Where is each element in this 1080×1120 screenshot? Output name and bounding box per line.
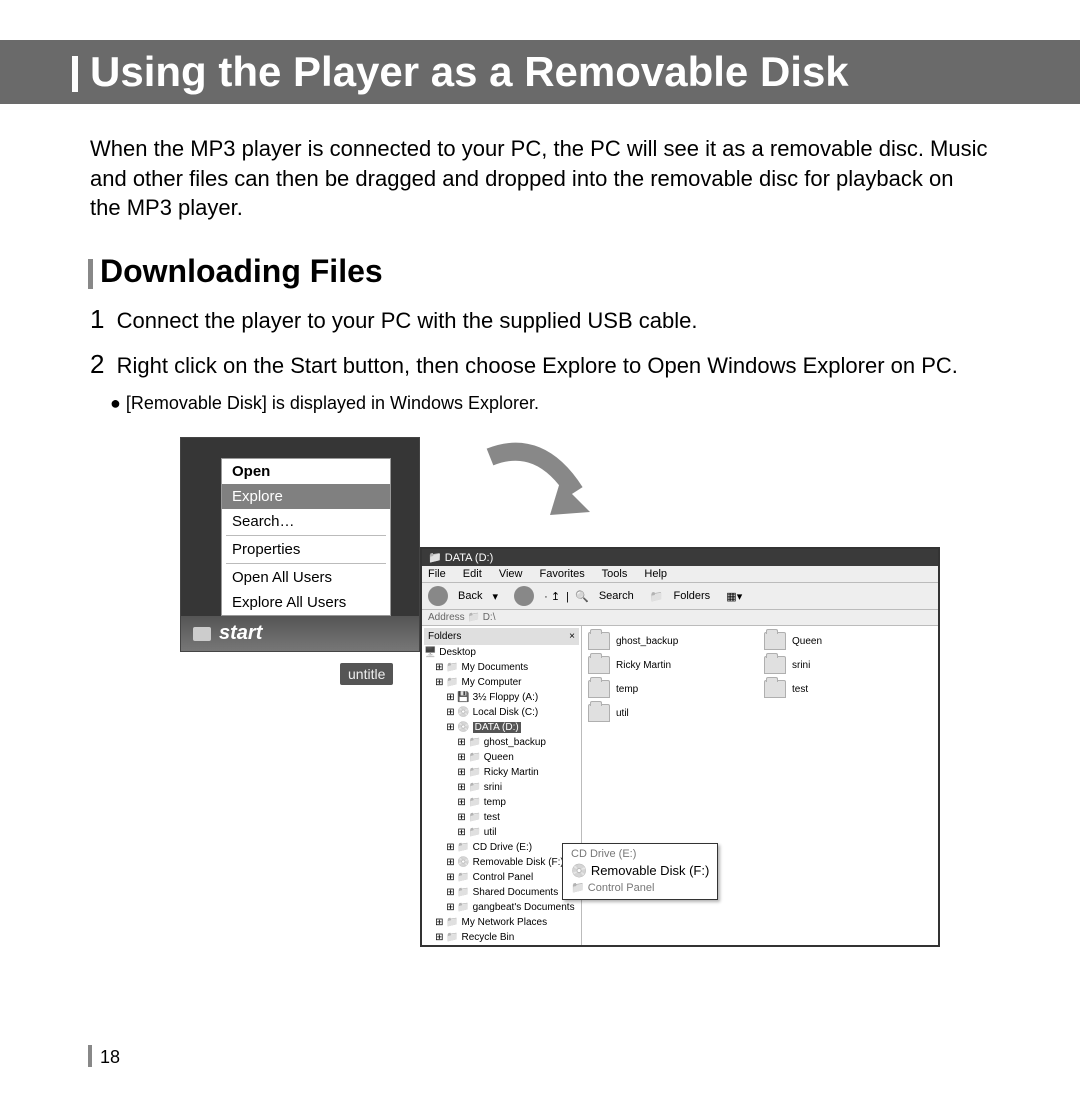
context-menu: Open Explore Search… Properties Open All… <box>221 458 391 616</box>
screenshot-figure: Open Explore Search… Properties Open All… <box>180 437 960 947</box>
folder-tree[interactable]: Folders× 🖥️ Desktop ⊞ 📁 My Documents ⊞ 📁… <box>422 626 582 945</box>
forward-button-icon[interactable] <box>514 586 534 606</box>
folder-icon <box>588 632 610 650</box>
page-title: Using the Player as a Removable Disk <box>0 40 1080 104</box>
tree-node[interactable]: ⊞ 📁 Control Panel <box>424 870 579 885</box>
tree-node[interactable]: ⊞ 📁 srini <box>424 780 579 795</box>
start-label: start <box>219 622 262 645</box>
step-number: 1 <box>90 304 104 334</box>
taskbar-item[interactable]: untitle <box>340 663 393 685</box>
tree-node[interactable]: ⊞ 📁 Recycle Bin <box>424 930 579 945</box>
intro-paragraph: When the MP3 player is connected to your… <box>0 104 1080 233</box>
tree-node[interactable]: ⊞ 📁 temp <box>424 795 579 810</box>
folder-icon <box>764 680 786 698</box>
menu-bar: File Edit View Favorites Tools Help <box>422 566 938 583</box>
tree-node[interactable]: ⊞ 📀 Removable Disk (F:) <box>424 855 579 870</box>
start-menu-screenshot: Open Explore Search… Properties Open All… <box>180 437 420 652</box>
folder-item[interactable]: Ricky Martin <box>588 656 756 674</box>
menu-tools[interactable]: Tools <box>602 568 628 580</box>
folder-item[interactable]: Queen <box>764 632 932 650</box>
page-number: 18 <box>88 1045 120 1068</box>
tree-node[interactable]: ⊞ 📁 My Network Places <box>424 915 579 930</box>
tree-node[interactable]: ⊞ 📁 CD Drive (E:) <box>424 840 579 855</box>
step-bullet: [Removable Disk] is displayed in Windows… <box>110 390 990 417</box>
folder-icon <box>588 704 610 722</box>
step-text: Right click on the Start button, then ch… <box>117 353 958 378</box>
folder-icon <box>588 680 610 698</box>
folder-icon <box>764 656 786 674</box>
menu-item-explore[interactable]: Explore <box>222 484 390 509</box>
folder-item[interactable]: util <box>588 704 756 722</box>
explorer-window: 📁 DATA (D:) File Edit View Favorites Too… <box>420 547 940 947</box>
removable-disk-callout: CD Drive (E:) 📀 Removable Disk (F:) 📁 Co… <box>562 843 718 900</box>
folder-item[interactable]: temp <box>588 680 756 698</box>
folder-item[interactable]: srini <box>764 656 932 674</box>
step-text: Connect the player to your PC with the s… <box>117 308 698 333</box>
steps-list: 1 Connect the player to your PC with the… <box>0 300 1080 417</box>
close-icon[interactable]: × <box>569 629 575 644</box>
tree-node[interactable]: ⊞ 📁 Shared Documents <box>424 885 579 900</box>
folder-item[interactable]: ghost_backup <box>588 632 756 650</box>
tree-node[interactable]: ⊞ 📁 My Documents <box>424 660 579 675</box>
menu-favorites[interactable]: Favorites <box>540 568 585 580</box>
start-button[interactable]: start <box>181 616 419 651</box>
menu-item-search[interactable]: Search… <box>222 509 390 534</box>
folders-label[interactable]: Folders <box>674 590 711 602</box>
menu-item-open-all-users[interactable]: Open All Users <box>222 565 390 590</box>
menu-file[interactable]: File <box>428 568 446 580</box>
address-bar[interactable]: Address 📁 D:\ <box>422 610 938 626</box>
tree-node[interactable]: ⊞ 📁 Queen <box>424 750 579 765</box>
tree-node[interactable]: ⊞ 📁 test <box>424 810 579 825</box>
tree-node[interactable]: 🖥️ Desktop <box>424 645 579 660</box>
section-heading: Downloading Files <box>0 233 1080 300</box>
tree-node[interactable]: ⊞ 📀 DATA (D:) <box>424 720 579 735</box>
menu-help[interactable]: Help <box>644 568 667 580</box>
folder-icon <box>764 632 786 650</box>
menu-item-properties[interactable]: Properties <box>222 537 390 562</box>
tree-node[interactable]: ⊞ 💾 3½ Floppy (A:) <box>424 690 579 705</box>
arrow-icon <box>480 437 600 537</box>
window-titlebar: 📁 DATA (D:) <box>422 549 938 566</box>
menu-edit[interactable]: Edit <box>463 568 482 580</box>
back-label[interactable]: Back <box>458 590 482 602</box>
menu-item-open[interactable]: Open <box>222 459 390 484</box>
search-label[interactable]: Search <box>599 590 634 602</box>
tree-node[interactable]: ⊞ 📁 gangbeat's Documents <box>424 900 579 915</box>
back-button-icon[interactable] <box>428 586 448 606</box>
menu-view[interactable]: View <box>499 568 523 580</box>
folder-item[interactable]: test <box>764 680 932 698</box>
step-number: 2 <box>90 349 104 379</box>
tree-node[interactable]: ⊞ 📁 Ricky Martin <box>424 765 579 780</box>
tree-node[interactable]: ⊞ 📁 My Computer <box>424 675 579 690</box>
menu-item-explore-all-users[interactable]: Explore All Users <box>222 590 390 615</box>
windows-flag-icon <box>193 627 211 641</box>
tree-node[interactable]: ⊞ 📁 util <box>424 825 579 840</box>
folder-icon <box>588 656 610 674</box>
tree-node[interactable]: ⊞ 📁 ghost_backup <box>424 735 579 750</box>
toolbar: Back ▾ · ↥ | 🔍 Search 📁 Folders ▦▾ <box>422 583 938 610</box>
tree-node[interactable]: ⊞ 📀 Local Disk (C:) <box>424 705 579 720</box>
